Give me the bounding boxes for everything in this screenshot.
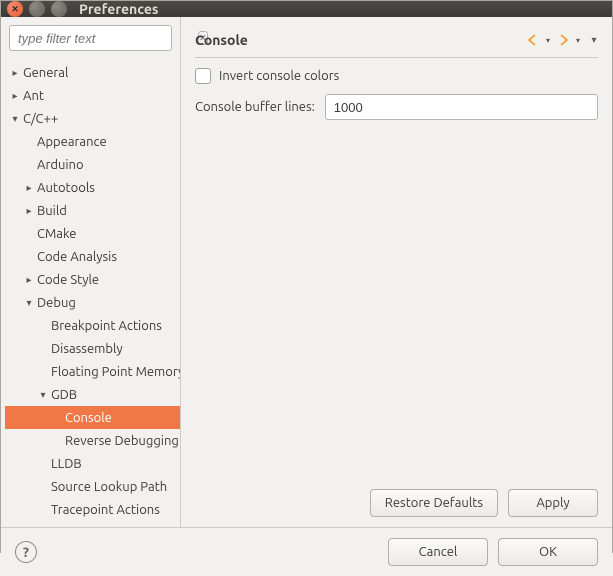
tree-item[interactable]: ▸Ant [5,84,180,107]
tree-item-label: C/C++ [21,112,58,126]
filter-wrap: ✕ [1,17,180,59]
expander-icon[interactable]: ▾ [9,113,21,125]
dialog-body: ✕ ▸General▸Ant▾C/C++AppearanceArduino▸Au… [1,17,612,576]
tree-item-label: Code Style [35,273,99,287]
tree-item[interactable]: ▾Debug [5,291,180,314]
filter-field[interactable]: ✕ [9,25,172,51]
tree-item-label: Arduino [35,158,84,172]
nav-back-icon[interactable] [526,33,540,47]
tree-item-label: Floating Point Memory [49,365,180,379]
dialog-footer: ? Cancel OK [1,527,612,576]
tree-item[interactable]: ▸Build [5,199,180,222]
buffer-lines-input[interactable] [325,94,598,120]
restore-defaults-button[interactable]: Restore Defaults [370,489,498,517]
nav-back-menu-icon[interactable]: ▾ [544,36,552,44]
sidebar: ✕ ▸General▸Ant▾C/C++AppearanceArduino▸Au… [1,17,181,527]
tree-item[interactable]: Arduino [5,153,180,176]
expander-icon[interactable]: ▸ [23,205,35,217]
tree-item-label: Debug [35,296,76,310]
invert-colors-label: Invert console colors [219,69,339,83]
tree-item[interactable]: Tracepoint Actions [5,498,180,521]
ok-button[interactable]: OK [498,538,598,566]
tree-item-label: Ant [21,89,44,103]
expander-icon[interactable]: ▸ [9,90,21,102]
tree-item-label: Tracepoint Actions [49,503,160,517]
buffer-lines-row: Console buffer lines: [195,94,598,120]
tree-item[interactable]: CMake [5,222,180,245]
tree-item-label: Code Analysis [35,250,117,264]
expander-icon[interactable]: ▸ [23,274,35,286]
expander-icon[interactable]: ▾ [23,297,35,309]
cancel-button[interactable]: Cancel [388,538,488,566]
invert-colors-row: Invert console colors [195,68,598,84]
tree-item[interactable]: Console [5,406,180,429]
tree-item-label: LLDB [49,457,82,471]
window-maximize-button[interactable] [51,1,67,17]
tree-item[interactable]: Breakpoint Actions [5,314,180,337]
window-close-button[interactable]: ✕ [7,1,23,17]
tree-item-label: Console [63,411,112,425]
nav-forward-menu-icon[interactable]: ▾ [574,36,582,44]
tree-item[interactable]: Code Analysis [5,245,180,268]
filter-input[interactable] [16,30,198,47]
tree-item[interactable]: ▸Autotools [5,176,180,199]
tree-item-label: Disassembly [49,342,123,356]
tree-item[interactable]: LLDB [5,452,180,475]
buffer-lines-label: Console buffer lines: [195,100,315,114]
tree-item[interactable]: Reverse Debugging [5,429,180,452]
content-footer: Restore Defaults Apply [195,479,598,517]
tree-item-label: GDB [49,388,77,402]
titlebar: ✕ Preferences [1,1,612,17]
tree-item[interactable]: ▾GDB [5,383,180,406]
tree-item-label: General [21,66,68,80]
tree-item[interactable]: ▸Code Style [5,268,180,291]
tree-item-label: Build [35,204,67,218]
tree-item[interactable]: Appearance [5,130,180,153]
tree-item-label: Reverse Debugging [63,434,179,448]
tree-item[interactable]: ▸General [5,61,180,84]
tree-item-label: Source Lookup Path [49,480,167,494]
nav-icons: ▾ ▾ ▾ [526,33,598,47]
tree-item[interactable]: Disassembly [5,337,180,360]
expander-icon[interactable]: ▸ [23,182,35,194]
header-separator [195,57,598,58]
main-row: ✕ ▸General▸Ant▾C/C++AppearanceArduino▸Au… [1,17,612,527]
preferences-window: ✕ Preferences ✕ ▸General▸Ant▾C/C++Appear… [0,0,613,553]
nav-forward-icon[interactable] [556,33,570,47]
help-icon[interactable]: ? [15,541,37,563]
content-area: Console ▾ ▾ ▾ [181,17,612,527]
window-title: Preferences [79,1,159,17]
window-minimize-button[interactable] [29,1,45,17]
tree-item-label: CMake [35,227,76,241]
invert-colors-checkbox[interactable] [195,68,211,84]
tree-item[interactable]: ▾C/C++ [5,107,180,130]
apply-button[interactable]: Apply [508,489,598,517]
page-menu-icon[interactable]: ▾ [590,36,598,44]
tree-item-label: Appearance [35,135,107,149]
content-header: Console ▾ ▾ ▾ [195,27,598,53]
tree-item[interactable]: Source Lookup Path [5,475,180,498]
page-title: Console [195,32,526,48]
form: Invert console colors Console buffer lin… [195,68,598,120]
preference-tree[interactable]: ▸General▸Ant▾C/C++AppearanceArduino▸Auto… [1,59,180,527]
tree-item[interactable]: Floating Point Memory [5,360,180,383]
tree-item-label: Autotools [35,181,95,195]
tree-item-label: Breakpoint Actions [49,319,162,333]
expander-icon[interactable]: ▸ [9,67,21,79]
expander-icon[interactable]: ▾ [37,389,49,401]
